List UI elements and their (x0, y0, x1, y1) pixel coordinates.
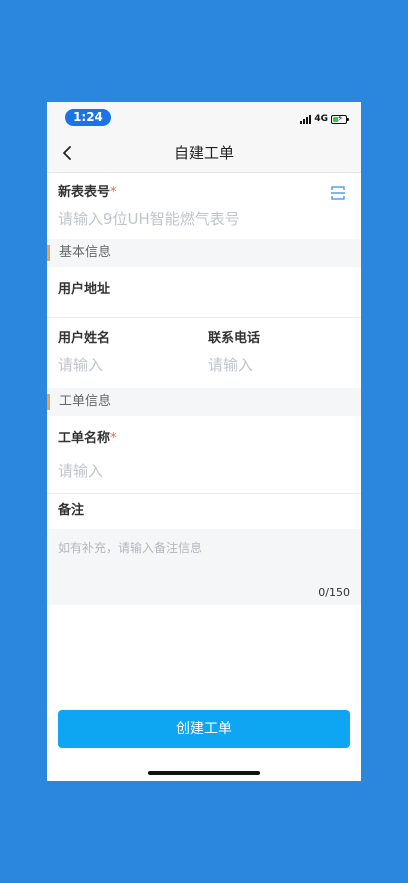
address-label: 用户地址 (58, 282, 111, 297)
status-indicators: 4G ⚡ (300, 113, 349, 125)
section-title: 基本信息 (59, 245, 112, 260)
scan-icon[interactable] (331, 186, 345, 200)
order-name-label: 工单名称* (58, 431, 117, 447)
network-type: 4G (314, 114, 328, 124)
remark-char-counter: 0/150 (318, 586, 350, 599)
order-name-input[interactable]: 请输入 (58, 462, 103, 480)
divider (47, 317, 361, 318)
section-basic-info: 基本信息 (47, 239, 361, 267)
signal-icon (300, 114, 312, 124)
status-time: 1:24 (65, 109, 111, 126)
meter-number-label: 新表表号* (58, 185, 117, 201)
divider (47, 493, 361, 494)
phone-label: 联系电话 (208, 331, 261, 346)
section-accent-bar (47, 394, 50, 410)
create-order-button[interactable]: 创建工单 (58, 710, 350, 748)
page-title: 自建工单 (173, 144, 234, 162)
section-title: 工单信息 (59, 394, 112, 409)
phone-screen: 1:24 4G ⚡ 自建工单 新表表号* 请输入9位UH智能燃气表号 基本信息 … (47, 102, 361, 781)
user-name-label: 用户姓名 (58, 331, 111, 346)
meter-number-label-text: 新表表号 (58, 185, 111, 200)
battery-icon: ⚡ (331, 114, 349, 124)
status-bar: 1:24 4G ⚡ (47, 102, 361, 134)
nav-bar: 自建工单 (47, 134, 361, 173)
home-indicator (148, 771, 260, 775)
remark-label: 备注 (58, 503, 85, 518)
phone-input[interactable]: 请输入 (208, 356, 253, 374)
required-mark: * (110, 431, 117, 446)
required-mark: * (110, 185, 117, 200)
meter-number-input[interactable]: 请输入9位UH智能燃气表号 (58, 210, 240, 228)
section-accent-bar (47, 245, 50, 261)
remark-textarea[interactable]: 如有补充，请输入备注信息 0/150 (47, 529, 361, 605)
user-name-input[interactable]: 请输入 (58, 356, 103, 374)
remark-placeholder: 如有补充，请输入备注信息 (58, 541, 203, 555)
order-name-label-text: 工单名称 (58, 431, 111, 446)
section-order-info: 工单信息 (47, 388, 361, 416)
